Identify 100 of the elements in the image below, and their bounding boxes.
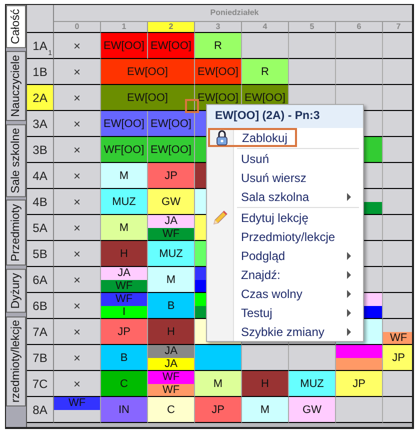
row-header[interactable]: 7C	[27, 371, 54, 397]
timetable-cell[interactable]: MUZ	[148, 241, 195, 267]
timetable-cell[interactable]: EW[OO]	[148, 111, 195, 137]
timetable-cell[interactable]: ×	[54, 215, 101, 241]
timetable-cell[interactable]: ×	[54, 111, 101, 137]
class-label: 5B	[32, 246, 48, 260]
timetable-cell[interactable]: ×	[54, 59, 101, 85]
timetable-cell[interactable]: EW[OO]	[101, 111, 148, 137]
menu-item[interactable]: Zablokuj	[208, 128, 298, 147]
class-label: 3A	[32, 116, 48, 130]
timetable-cell[interactable]: ×	[54, 345, 101, 371]
side-tab[interactable]: Dyżury	[6, 268, 26, 313]
timetable-cell[interactable]: GW	[289, 397, 336, 423]
lesson-block: WF	[148, 371, 194, 384]
timetable-cell[interactable]: ×	[54, 85, 101, 111]
timetable-cell[interactable]: GW	[148, 189, 195, 215]
menu-item[interactable]: Czas wolny	[207, 284, 363, 303]
side-tab[interactable]: Nauczyciele	[6, 51, 26, 122]
timetable-cell[interactable]: M	[148, 267, 195, 293]
timetable-cell[interactable]: B	[148, 293, 195, 319]
timetable-cell[interactable]	[336, 345, 383, 371]
timetable-cell[interactable]: EW[OO]	[195, 59, 242, 85]
timetable-cell[interactable]: IN	[101, 397, 148, 423]
timetable-cell[interactable]: M	[242, 397, 289, 423]
timetable-cell[interactable]: R	[242, 59, 289, 85]
menu-item[interactable]: Znajdź:	[207, 265, 363, 284]
menu-item[interactable]: Przedmioty/lekcje	[207, 227, 363, 246]
timetable-cell[interactable]: M	[101, 163, 148, 189]
timetable-cell[interactable]: EW[OO]	[148, 137, 195, 163]
side-tab[interactable]: Sale szkolne	[6, 124, 26, 198]
timetable-cell[interactable]: EW[OO]	[101, 33, 148, 59]
lesson-block: WF	[54, 397, 100, 410]
class-label: 5A	[32, 220, 48, 234]
lesson-block: JA	[101, 267, 147, 280]
timetable-cell[interactable]: ×	[54, 293, 101, 319]
class-label: 8A	[32, 402, 48, 416]
timetable-cell[interactable]: JA WF	[101, 267, 148, 293]
menu-item[interactable]: Edytuj lekcję	[207, 208, 363, 227]
timetable-cell[interactable]: JP	[336, 371, 383, 397]
row-header[interactable]: 7A	[27, 319, 54, 345]
row-header[interactable]: 8A	[27, 397, 54, 423]
row-header[interactable]: 5A	[27, 215, 54, 241]
pencil-icon	[212, 210, 228, 226]
timetable-cell[interactable]: JA JA	[148, 345, 195, 371]
timetable-cell[interactable]: ×	[54, 189, 101, 215]
row-header[interactable]: 3A	[27, 111, 54, 137]
submenu-arrow-icon	[347, 270, 351, 278]
timetable-cell[interactable]: JP	[101, 319, 148, 345]
timetable-cell[interactable]: JP	[383, 345, 412, 371]
timetable-cell[interactable]: WF	[383, 319, 412, 345]
side-tab[interactable]: rzedmioty/lekcje	[6, 316, 26, 406]
timetable-cell[interactable]: ×	[54, 371, 101, 397]
timetable-cell[interactable]: EW[OO]	[101, 59, 195, 85]
timetable-cell[interactable]: JA WF	[148, 215, 195, 241]
timetable-cell[interactable]: M	[195, 371, 242, 397]
class-label: 3B	[32, 142, 48, 156]
timetable-cell[interactable]: MUZ	[101, 189, 148, 215]
timetable-cell[interactable]: ×	[54, 241, 101, 267]
timetable-cell[interactable]: ×	[54, 33, 101, 59]
submenu-arrow-icon	[347, 308, 351, 316]
side-tab[interactable]: Przedmioty	[6, 200, 26, 266]
row-header[interactable]: 4B	[27, 189, 54, 215]
timetable-cell[interactable]: ×	[54, 267, 101, 293]
timetable-cell[interactable]: WF[OO]	[101, 137, 148, 163]
timetable-cell[interactable]: B	[101, 345, 148, 371]
class-label: 7C	[32, 376, 48, 390]
timetable-cell[interactable]: WF WF	[148, 371, 195, 397]
row-header[interactable]: 5B	[27, 241, 54, 267]
row-header[interactable]: 4A	[27, 163, 54, 189]
side-tab[interactable]: Całość	[6, 5, 26, 48]
row-header[interactable]: 6A	[27, 267, 54, 293]
timetable-cell[interactable]: M	[101, 215, 148, 241]
timetable-cell[interactable]: ×	[54, 319, 101, 345]
timetable-cell[interactable]: EW[OO]	[148, 33, 195, 59]
menu-item[interactable]: Testuj	[207, 303, 363, 322]
menu-item[interactable]: Sala szkolna	[207, 187, 363, 206]
timetable-cell[interactable]: R	[195, 33, 242, 59]
submenu-arrow-icon	[347, 252, 351, 260]
timetable-cell[interactable]: WF I	[101, 293, 148, 319]
lesson-block: WF	[148, 384, 194, 396]
row-header[interactable]: 6B	[27, 293, 54, 319]
timetable-cell[interactable]: ×	[54, 163, 101, 189]
row-header[interactable]: 3B	[27, 137, 54, 163]
timetable-cell[interactable]: JP	[148, 163, 195, 189]
class-label: 7A	[32, 324, 48, 338]
menu-item[interactable]: Usuń wiersz	[207, 168, 363, 187]
timetable-cell[interactable]: C	[101, 371, 148, 397]
row-header[interactable]: 7B	[27, 345, 54, 371]
timetable-cell[interactable]: MUZ	[289, 371, 336, 397]
column-header[interactable]: 2	[148, 22, 195, 33]
submenu-arrow-icon	[347, 192, 351, 200]
row-header[interactable]: 1B	[27, 59, 54, 85]
menu-item[interactable]: Podgląd	[207, 246, 363, 265]
row-header[interactable]: 2A	[27, 85, 54, 111]
menu-item[interactable]: Szybkie zmiany	[207, 322, 363, 341]
menu-item[interactable]: Usuń	[207, 149, 363, 168]
lesson-block: I	[101, 306, 147, 318]
timetable-cell[interactable]: JP	[195, 397, 242, 423]
timetable-cell[interactable]: ×	[54, 137, 101, 163]
timetable-cell[interactable]: C	[148, 397, 195, 423]
